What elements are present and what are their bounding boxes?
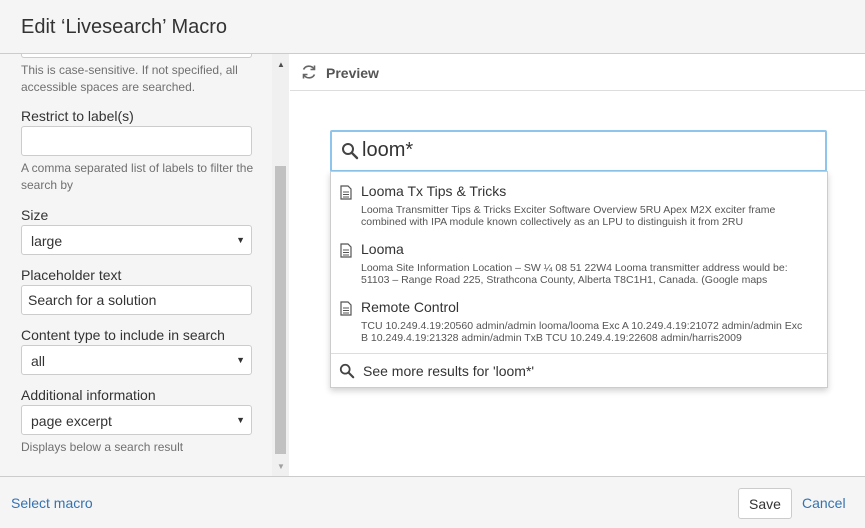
search-result-excerpt: Looma Transmitter Tips & Tricks Exciter … bbox=[361, 204, 776, 228]
select-macro-link[interactable]: Select macro bbox=[11, 495, 93, 511]
search-result-title[interactable]: Remote Control bbox=[361, 299, 459, 315]
labels-label: Restrict to label(s) bbox=[21, 108, 134, 124]
search-result-excerpt: Looma Site Information Location – SW ¼ 0… bbox=[361, 262, 788, 286]
search-query[interactable]: loom* bbox=[362, 139, 413, 162]
spaces-input[interactable] bbox=[21, 54, 252, 58]
refresh-icon[interactable] bbox=[300, 63, 318, 81]
preview-toolbar: Preview bbox=[290, 54, 865, 91]
labels-help-text: A comma separated list of labels to filt… bbox=[21, 161, 254, 192]
labels-input[interactable] bbox=[21, 126, 252, 156]
additional-info-select[interactable]: page excerpt ▼ bbox=[21, 405, 252, 435]
search-result-item[interactable]: Remote Control TCU 10.249.4.19:20560 adm… bbox=[331, 288, 827, 346]
dialog-footer: Select macro Save Cancel bbox=[0, 476, 865, 528]
scroll-up-arrow-icon[interactable]: ▲ bbox=[277, 60, 285, 69]
content-type-label: Content type to include in search bbox=[21, 327, 225, 343]
placeholder-input[interactable] bbox=[21, 285, 252, 315]
content-type-select[interactable]: all ▼ bbox=[21, 345, 252, 375]
see-more-results-text[interactable]: See more results for 'loom*' bbox=[363, 363, 534, 379]
left-panel-scrollbar[interactable]: ▲ ▼ bbox=[272, 54, 289, 476]
additional-info-label: Additional information bbox=[21, 387, 156, 403]
caret-down-icon: ▼ bbox=[236, 355, 245, 365]
caret-down-icon: ▼ bbox=[236, 415, 245, 425]
additional-info-select-value: page excerpt bbox=[31, 413, 112, 429]
scrollbar-thumb[interactable] bbox=[275, 166, 286, 454]
search-result-item[interactable]: Looma Looma Site Information Location – … bbox=[331, 230, 827, 288]
save-button[interactable]: Save bbox=[738, 488, 792, 519]
search-icon bbox=[342, 143, 359, 160]
scroll-down-arrow-icon[interactable]: ▼ bbox=[277, 462, 285, 471]
dialog-header: Edit ‘Livesearch’ Macro bbox=[0, 0, 865, 54]
preview-panel: Preview loom* Looma Tx Tips & Tricks Loo… bbox=[290, 54, 865, 476]
placeholder-label: Placeholder text bbox=[21, 267, 122, 283]
search-icon bbox=[339, 363, 355, 379]
content-type-select-value: all bbox=[31, 353, 46, 369]
dialog-title: Edit ‘Livesearch’ Macro bbox=[21, 16, 228, 38]
additional-info-help-text: Displays below a search result bbox=[21, 440, 184, 454]
search-result-excerpt: TCU 10.249.4.19:20560 admin/admin looma/… bbox=[361, 320, 803, 344]
spaces-help-text: This is case-sensitive. If not specified… bbox=[21, 63, 238, 94]
search-result-title[interactable]: Looma bbox=[361, 241, 404, 257]
see-more-results-link[interactable]: See more results for 'loom*' bbox=[331, 353, 827, 388]
preview-title: Preview bbox=[326, 65, 379, 81]
caret-down-icon: ▼ bbox=[236, 235, 245, 245]
document-icon bbox=[340, 185, 352, 200]
size-select[interactable]: large ▼ bbox=[21, 225, 252, 255]
macro-parameters-panel: This is case-sensitive. If not specified… bbox=[0, 54, 289, 476]
document-icon bbox=[340, 243, 352, 258]
search-result-title[interactable]: Looma Tx Tips & Tricks bbox=[361, 183, 506, 199]
search-results-dropdown: Looma Tx Tips & Tricks Looma Transmitter… bbox=[330, 171, 828, 388]
document-icon bbox=[340, 301, 352, 316]
size-label: Size bbox=[21, 207, 49, 223]
search-result-item[interactable]: Looma Tx Tips & Tricks Looma Transmitter… bbox=[331, 172, 827, 230]
size-select-value: large bbox=[31, 233, 63, 249]
cancel-link[interactable]: Cancel bbox=[802, 495, 846, 511]
livesearch-input[interactable]: loom* bbox=[330, 130, 827, 172]
